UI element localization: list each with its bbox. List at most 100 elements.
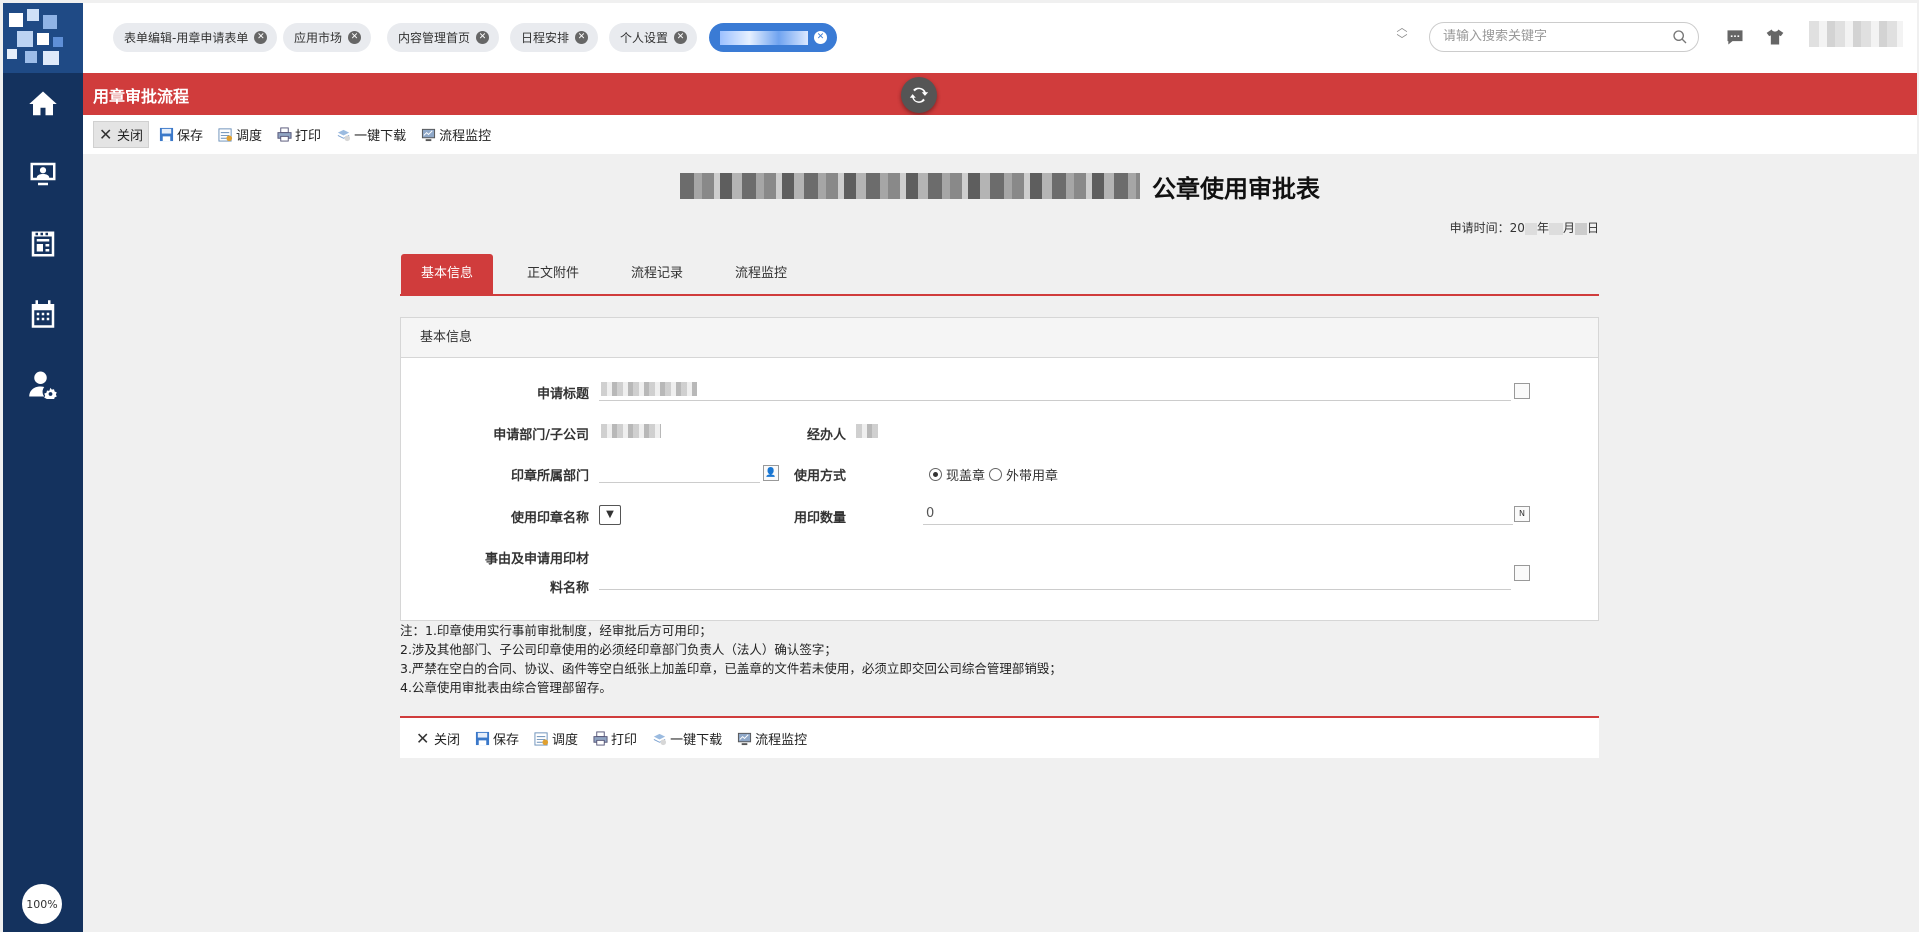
close-icon[interactable]: ✕ xyxy=(674,31,688,44)
skin-button[interactable] xyxy=(1765,27,1785,47)
message-icon xyxy=(1727,30,1743,45)
page-title: 用章审批流程 xyxy=(93,87,190,106)
edit-icon[interactable] xyxy=(1514,383,1530,399)
tab-current[interactable]: ✕ xyxy=(709,23,837,52)
tab-process-records[interactable]: 流程记录 xyxy=(611,254,703,294)
close-label: 关闭 xyxy=(117,129,144,144)
close-label: 关闭 xyxy=(434,732,461,748)
app-logo[interactable] xyxy=(3,3,83,73)
tab-app-market[interactable]: 应用市场 ✕ xyxy=(283,23,372,52)
zoom-level-badge[interactable]: 100% xyxy=(22,884,62,924)
print-button[interactable]: 打印 xyxy=(272,121,326,148)
tab-attachments[interactable]: 正文附件 xyxy=(507,254,599,294)
tab-label-redacted xyxy=(720,30,808,45)
close-icon[interactable]: ✕ xyxy=(254,31,268,44)
quantity-value: 0 xyxy=(926,506,935,521)
adjust-button[interactable]: 调度 xyxy=(213,121,267,148)
apply-day-unit: 日 xyxy=(1586,221,1599,235)
monitor-label: 流程监控 xyxy=(755,732,808,748)
close-icon[interactable]: ✕ xyxy=(348,31,362,44)
tab-label: 应用市场 xyxy=(294,31,343,45)
process-monitor-button[interactable]: 流程监控 xyxy=(732,725,812,752)
search-icon[interactable] xyxy=(1672,29,1688,45)
department-label: 申请部门/子公司 xyxy=(493,428,589,443)
tab-schedule[interactable]: 日程安排 ✕ xyxy=(510,23,599,52)
close-button[interactable]: ✕ 关闭 xyxy=(411,725,465,752)
note-line: 注：1.印章使用实行事前审批制度，经审批后方可用印； xyxy=(400,623,712,638)
search-input[interactable] xyxy=(1443,29,1663,44)
basic-info-panel: 基本信息 申请标题 申请部门/子公司 经办人 印章所属部门 👤 使用方式 现盖章… xyxy=(400,317,1599,621)
form-tabs: 基本信息 正文附件 流程记录 流程监控 xyxy=(400,254,1599,296)
nav-news[interactable] xyxy=(3,214,83,274)
redacted-value xyxy=(601,382,697,396)
tab-personal-settings[interactable]: 个人设置 ✕ xyxy=(609,23,698,52)
close-icon: ✕ xyxy=(416,728,430,748)
save-button[interactable]: 保存 xyxy=(470,725,524,752)
apply-title-field[interactable] xyxy=(599,379,1511,401)
close-icon[interactable]: ✕ xyxy=(575,31,589,44)
download-icon xyxy=(653,733,667,745)
note-line: 3.严禁在空白的合同、协议、函件等空白纸张上加盖印章，已盖章的文件若未使用，必须… xyxy=(400,661,1062,676)
monitor-icon xyxy=(422,128,436,142)
reason-field[interactable] xyxy=(599,560,1511,590)
tab-process-monitor[interactable]: 流程监控 xyxy=(715,254,807,294)
user-settings-icon xyxy=(29,371,57,399)
redacted-digits xyxy=(1574,222,1587,235)
usage-mode-label: 使用方式 xyxy=(793,469,846,484)
tab-content-home[interactable]: 内容管理首页 ✕ xyxy=(387,23,500,52)
download-label: 一键下载 xyxy=(354,129,407,144)
close-icon[interactable]: ✕ xyxy=(814,31,827,44)
home-icon xyxy=(29,91,57,116)
notes: 注：1.印章使用实行事前审批制度，经审批后方可用印； 2.涉及其他部门、子公司印… xyxy=(400,621,1599,697)
seal-department-label: 印章所属部门 xyxy=(510,469,589,484)
save-button[interactable]: 保存 xyxy=(154,121,208,148)
seal-department-field[interactable] xyxy=(599,461,760,483)
tab-form-edit[interactable]: 表单编辑-用章申请表单 ✕ xyxy=(113,23,278,52)
close-icon[interactable]: ✕ xyxy=(476,31,490,44)
save-label: 保存 xyxy=(177,129,204,144)
seal-name-select[interactable]: ▼ xyxy=(599,505,621,525)
apply-year-prefix: 20 xyxy=(1509,221,1525,235)
chevron-down-icon[interactable]: ﹀ xyxy=(1394,34,1410,46)
print-label: 打印 xyxy=(611,732,638,748)
process-monitor-button[interactable]: 流程监控 xyxy=(416,121,496,148)
nav-user-screen[interactable] xyxy=(3,144,83,204)
form-title: 公章使用审批表 xyxy=(1152,174,1320,203)
printer-icon xyxy=(277,127,292,142)
search-box xyxy=(1429,22,1699,52)
tab-label: 个人设置 xyxy=(620,31,669,45)
close-button[interactable]: ✕ 关闭 xyxy=(93,121,150,148)
user-info-redacted[interactable] xyxy=(1809,21,1903,47)
edit-icon[interactable] xyxy=(1514,565,1530,581)
number-icon[interactable]: N xyxy=(1514,506,1530,522)
save-icon xyxy=(159,127,174,142)
refresh-button[interactable] xyxy=(901,77,937,113)
apply-title-label: 申请标题 xyxy=(536,387,589,402)
nav-user-settings[interactable] xyxy=(3,354,83,414)
bottom-action-toolbar: ✕ 关闭 保存 调度 打印 一键下载 流程监控 xyxy=(400,716,1599,758)
close-icon: ✕ xyxy=(99,125,113,144)
nav-home[interactable] xyxy=(3,74,83,134)
user-screen-icon xyxy=(30,162,56,186)
download-all-button[interactable]: 一键下载 xyxy=(331,121,411,148)
tab-label: 内容管理首页 xyxy=(398,31,471,45)
download-all-button[interactable]: 一键下载 xyxy=(647,725,727,752)
adjust-button[interactable]: 调度 xyxy=(529,725,583,752)
apply-year-unit: 年 xyxy=(1536,221,1549,235)
schedule-icon xyxy=(218,128,233,142)
redacted-digits xyxy=(1524,222,1537,235)
tab-scroll-arrows[interactable]: ︿ ﹀ xyxy=(1394,22,1410,52)
message-button[interactable] xyxy=(1725,27,1745,47)
tab-label: 日程安排 xyxy=(521,31,570,45)
print-button[interactable]: 打印 xyxy=(588,725,642,752)
reason-label-line1: 事由及申请用印材 xyxy=(484,552,589,567)
seal-name-label: 使用印章名称 xyxy=(510,511,589,526)
download-label: 一键下载 xyxy=(670,732,723,748)
radio-on-site[interactable]: 现盖章 xyxy=(929,465,985,484)
company-name-redacted xyxy=(680,173,1140,199)
tab-basic-info[interactable]: 基本信息 xyxy=(401,254,494,294)
radio-take-out[interactable]: 外带用章 xyxy=(989,465,1058,484)
page-header: 用章审批流程 xyxy=(83,73,1917,115)
quantity-field[interactable]: 0 xyxy=(923,503,1513,525)
nav-calendar[interactable] xyxy=(3,284,83,344)
